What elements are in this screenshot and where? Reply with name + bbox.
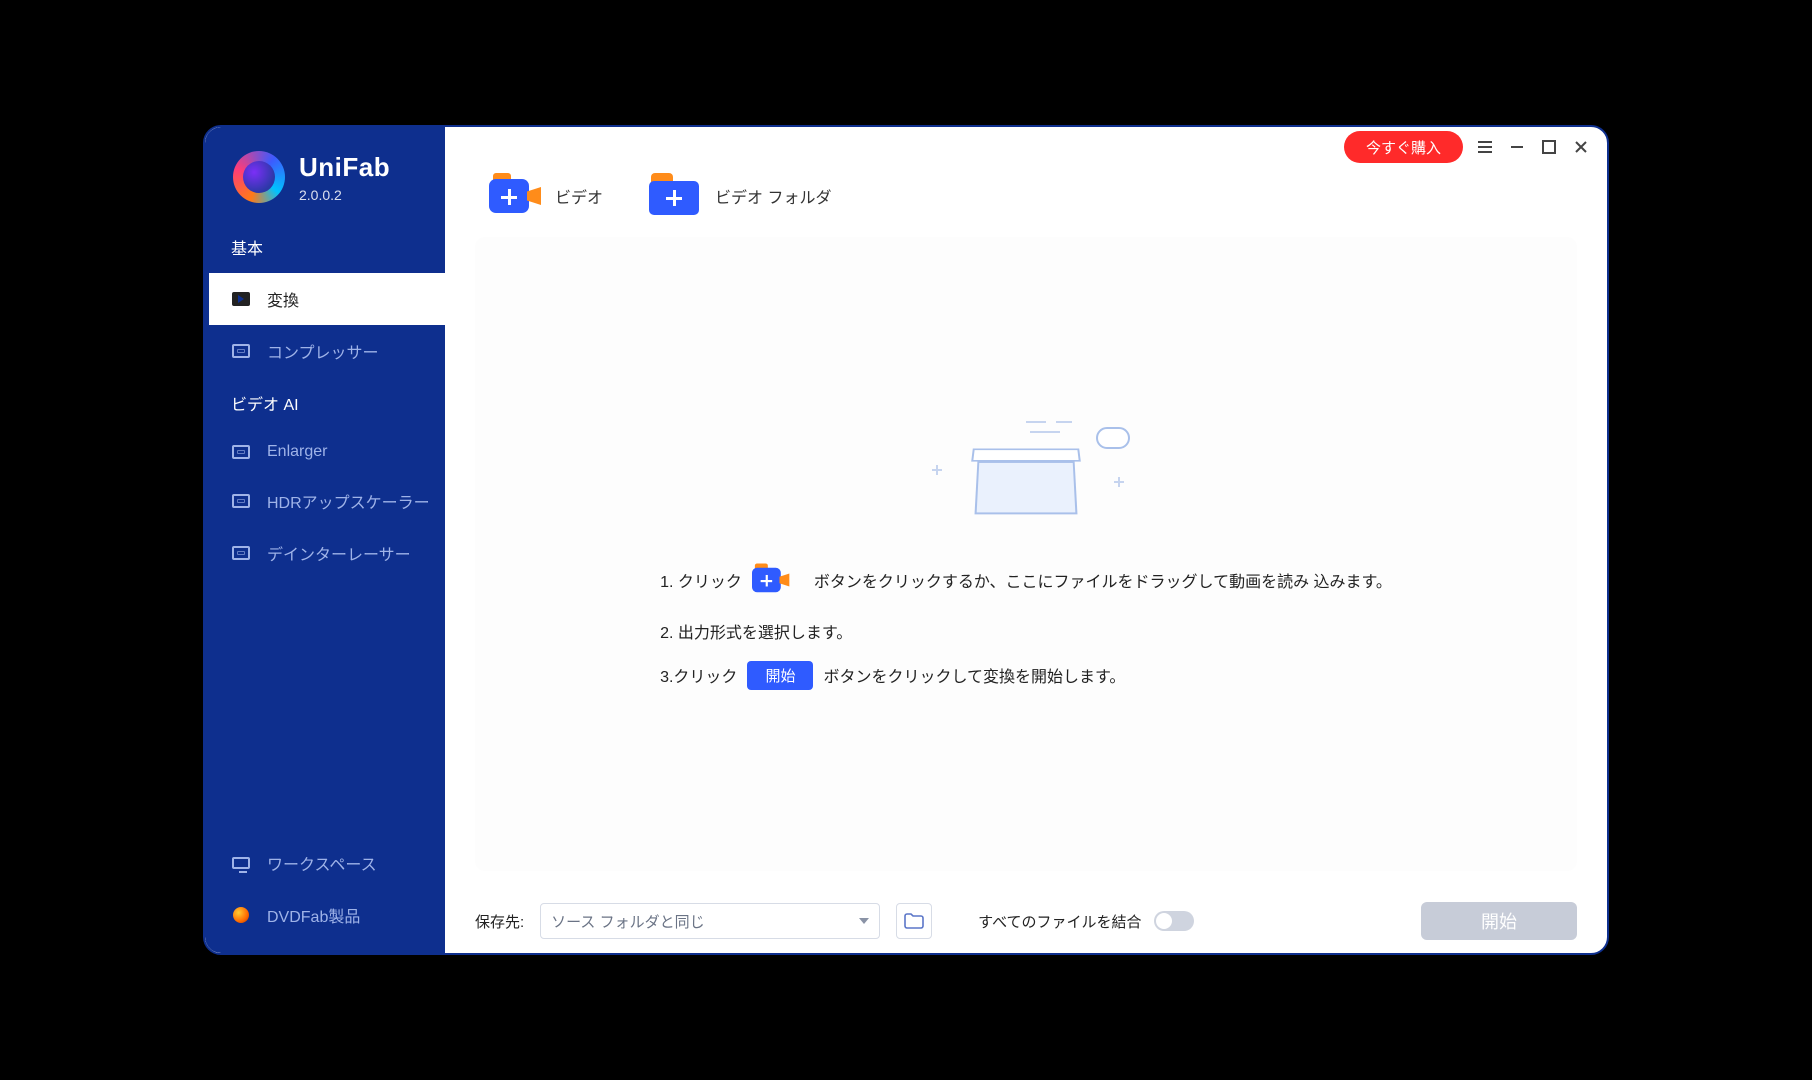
add-video-button[interactable]: ビデオ — [489, 175, 603, 217]
main-area: 今すぐ購入 ビデオ — [445, 127, 1607, 953]
sidebar-item-label: HDRアップスケーラー — [267, 489, 430, 513]
compressor-icon — [231, 343, 251, 359]
add-video-inline-icon — [752, 564, 789, 594]
add-folder-button[interactable]: ビデオ フォルダ — [649, 175, 831, 217]
step-3-prefix: 3.クリック — [660, 663, 737, 687]
add-video-icon — [489, 175, 541, 217]
step-2-text: 2. 出力形式を選択します。 — [660, 619, 852, 643]
sidebar-item-deinterlacer[interactable]: デインターレーサー — [205, 527, 445, 579]
app-window: UniFab 2.0.0.2 基本 変換 コンプレッサー ビデオ AI Enla… — [203, 125, 1609, 955]
step-3-suffix: ボタンをクリックして変換を開始します。 — [823, 663, 1125, 687]
instruction-steps: 1. クリック ボタンをクリックするか、ここにファイルをドラッグして動画を読み … — [660, 559, 1392, 690]
save-to-select[interactable]: ソース フォルダと同じ — [540, 903, 880, 939]
folder-icon — [904, 913, 924, 929]
convert-icon — [231, 291, 251, 307]
sidebar-item-compressor[interactable]: コンプレッサー — [205, 325, 445, 377]
step-1-suffix: ボタンをクリックするか、ここにファイルをドラッグして動画を読み 込みます。 — [814, 568, 1392, 592]
add-folder-icon — [649, 175, 701, 217]
step-3: 3.クリック 開始 ボタンをクリックして変換を開始します。 — [660, 661, 1392, 690]
deinterlace-icon — [231, 545, 251, 561]
save-to-label: 保存先: — [475, 911, 524, 932]
app-logo-icon — [233, 151, 285, 203]
add-folder-label: ビデオ フォルダ — [715, 184, 831, 208]
empty-box-illustration-icon — [926, 419, 1126, 529]
start-button[interactable]: 開始 — [1421, 902, 1577, 940]
hdr-icon — [231, 493, 251, 509]
sidebar-item-dvdfab[interactable]: DVDFab製品 — [205, 889, 445, 953]
add-video-label: ビデオ — [555, 184, 603, 208]
step-1-prefix: 1. クリック — [660, 568, 742, 592]
sidebar-section-ai: ビデオ AI — [205, 377, 445, 429]
app-name: UniFab — [299, 152, 390, 183]
sidebar-section-basic: 基本 — [205, 221, 445, 273]
sidebar-item-convert[interactable]: 変換 — [209, 273, 445, 325]
merge-all-label: すべてのファイルを結合 — [978, 911, 1141, 932]
step-1: 1. クリック ボタンをクリックするか、ここにファイルをドラッグして動画を読み … — [660, 559, 1392, 601]
brand-block: UniFab 2.0.0.2 — [205, 127, 445, 221]
titlebar: 今すぐ購入 — [445, 127, 1607, 167]
save-to-value: ソース フォルダと同じ — [551, 911, 704, 932]
merge-all-row: すべてのファイルを結合 — [978, 911, 1193, 932]
sidebar-item-label: Enlarger — [267, 443, 327, 461]
sidebar-item-label: コンプレッサー — [267, 339, 379, 363]
start-chip-icon: 開始 — [747, 661, 813, 690]
app-version: 2.0.0.2 — [299, 187, 390, 203]
dvdfab-icon — [231, 907, 251, 923]
merge-all-toggle[interactable] — [1154, 911, 1194, 931]
workspace-icon — [231, 855, 251, 871]
sidebar-item-label: ワークスペース — [267, 851, 377, 875]
sidebar-item-hdr-upscaler[interactable]: HDRアップスケーラー — [205, 475, 445, 527]
menu-icon[interactable] — [1475, 137, 1495, 157]
browse-folder-button[interactable] — [896, 903, 932, 939]
sidebar-item-label: 変換 — [267, 287, 299, 311]
sidebar-item-workspace[interactable]: ワークスペース — [205, 837, 445, 889]
source-row: ビデオ ビデオ フォルダ — [445, 167, 1607, 237]
brand-text: UniFab 2.0.0.2 — [299, 152, 390, 203]
enlarger-icon — [231, 444, 251, 460]
minimize-icon[interactable] — [1507, 137, 1527, 157]
buy-now-button[interactable]: 今すぐ購入 — [1344, 131, 1463, 163]
sidebar-item-label: デインターレーサー — [267, 541, 411, 565]
sidebar-item-enlarger[interactable]: Enlarger — [205, 429, 445, 475]
close-icon[interactable] — [1571, 137, 1591, 157]
step-2: 2. 出力形式を選択します。 — [660, 619, 1392, 643]
sidebar: UniFab 2.0.0.2 基本 変換 コンプレッサー ビデオ AI Enla… — [205, 127, 445, 953]
sidebar-item-label: DVDFab製品 — [267, 903, 360, 927]
maximize-icon[interactable] — [1539, 137, 1559, 157]
chevron-down-icon — [859, 918, 869, 924]
footer-bar: 保存先: ソース フォルダと同じ すべてのファイルを結合 開始 — [445, 889, 1607, 953]
drop-zone[interactable]: 1. クリック ボタンをクリックするか、ここにファイルをドラッグして動画を読み … — [475, 237, 1577, 871]
